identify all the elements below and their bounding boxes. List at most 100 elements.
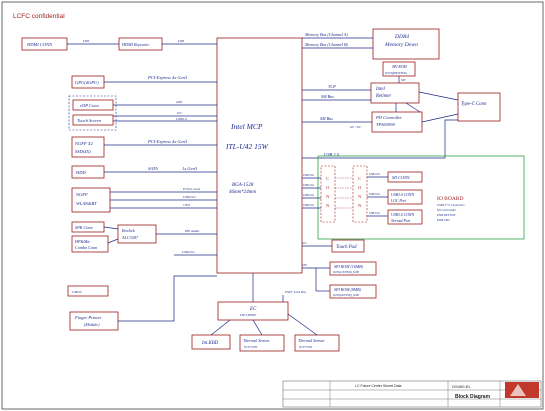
- spi-rom-b-label: SPI ROM (8MB): [334, 287, 362, 292]
- ec-label: EC: [249, 307, 257, 312]
- usb-conn-1-sub: LOC Port: [390, 199, 407, 203]
- sd-conn-label: SD CONN: [392, 175, 410, 180]
- conn-letter-1: C: [326, 176, 329, 181]
- ssd-label: SSD(4X): [75, 149, 91, 154]
- espi-label: ESPI / Lock Bus: [284, 290, 307, 294]
- spi-rom-top-part: W25Q80DVSSIG: [385, 71, 408, 75]
- thermal-1-label: Thermal Sensor: [243, 338, 270, 343]
- spi-2-label: SPI: [302, 263, 308, 267]
- cmos-label: CMOS: [72, 290, 82, 294]
- touch-screen-label: Touch Screen: [77, 118, 102, 123]
- pd-part-label: TPS65994: [376, 122, 396, 127]
- cpu-package: BGA-1528: [232, 183, 254, 188]
- hp-mic-label: HP&Mic: [74, 239, 90, 244]
- ec-kbd-wire: [210, 319, 231, 336]
- finger-printer-label: Finger Printer: [74, 315, 102, 320]
- usb2-1-label: USB2.0: [176, 117, 187, 121]
- usb3-d-label: USB2.0x1: [303, 204, 315, 207]
- touch-pad-label: Touch Pad: [336, 245, 357, 250]
- cpu-model: ITL-U42 15W: [225, 142, 269, 151]
- conn-letter-8: N: [358, 203, 362, 208]
- io-item-3: PWR BUTTON: [436, 213, 456, 217]
- int-kbd-label: Int.KBD: [201, 341, 219, 346]
- board-label: GS450-EL: [452, 384, 471, 389]
- company-label: LC Future Center Secret Data: [355, 384, 402, 388]
- mem-a-label: Memory Bus (Channel A): [304, 32, 348, 37]
- usb-sd-label: USB2.0x1: [369, 173, 381, 176]
- confidential-label: LCFC confidential: [13, 13, 65, 20]
- ngff-wlan-label: NGFF: [75, 192, 88, 197]
- io-board-label: IO BOARD: [437, 196, 463, 202]
- usb3-a-label: USB3.0x1: [303, 174, 315, 177]
- pcie-wlan-label: PCIex1 Gen2: [182, 187, 201, 191]
- usb-conn-1-label: USB3.0 CONN: [391, 193, 414, 197]
- usb-conn-2-sub: Normal Port: [390, 219, 411, 223]
- edp-conn-label: eDP Conn: [80, 103, 100, 108]
- usb-fp-wire: [118, 275, 217, 322]
- usb3-b-label: USB2.0x1: [303, 184, 315, 187]
- conn-letter-2: O: [326, 185, 330, 190]
- edp-label: eDP: [176, 100, 183, 104]
- ssd-block: [71, 136, 105, 158]
- combo-wire: [107, 238, 119, 244]
- finger-module-label: (Module): [84, 322, 100, 327]
- spi-rom-b-part: W25Q64JVSSIQ_SOI8: [333, 294, 359, 297]
- thermal-2-part: NCT7718W: [298, 346, 313, 349]
- conn-letter-3: N: [326, 194, 330, 199]
- i2c-pd-label: I2C / I2C: [349, 125, 362, 129]
- i2c-tp-label: I2C: [301, 241, 308, 245]
- spi-rom-a-part: W25Q128JVSIQ_SOI8: [333, 271, 359, 274]
- type-c-block: [457, 92, 501, 122]
- hd-audio-label: HD Audio: [184, 229, 199, 233]
- spk-wire: [103, 226, 119, 230]
- io-item-1: USB3.0 *2 Connectors: [437, 203, 465, 207]
- spk-conn-label: SPK Conn: [75, 225, 93, 230]
- gpu-label: GPU(dGPU): [75, 80, 99, 85]
- pcie-ssd-label: PCI-Express 4x Gen3: [147, 139, 188, 144]
- retimer-label-1: Intel: [375, 87, 385, 92]
- ddi-left-label: DDI: [82, 39, 90, 43]
- cpu-title: Intel MCP: [230, 122, 263, 131]
- usb3-c-label: USB3.0x1: [303, 194, 315, 197]
- pcie-gpu-label: PCI-Express 4x Gen3: [147, 75, 188, 80]
- cpu-size: 46mm*24mm: [229, 190, 256, 195]
- block-diagram: LCFC confidential Intel MCP ITL-U42 15W …: [1, 1, 544, 410]
- i2c-1-label: I2C: [176, 111, 183, 115]
- cpu-block: [216, 37, 303, 274]
- type-c-label: Type-C Conn: [461, 102, 487, 107]
- io-item-4: PWR LED: [436, 218, 450, 222]
- hdmi-repeater-label: HDMI Repeater: [121, 42, 149, 47]
- ec-thermal-2-wire: [287, 313, 318, 336]
- combo-conn-label: Combo Conn: [75, 245, 97, 250]
- retimer-typec-wire: [418, 91, 459, 101]
- hdd-label: HDD: [75, 170, 86, 175]
- sm-bus-2-label: SM Bus: [320, 116, 333, 121]
- usb-conn-2-label: USB3.0 CONN: [391, 213, 414, 217]
- retimer-pd-wire-2: [405, 102, 421, 113]
- spi-rom-a-label: SPI ROM (16MB): [334, 264, 364, 269]
- usb-io-2-label: USB3.0x1: [369, 212, 381, 215]
- retimer-block: [370, 82, 420, 104]
- tcp-label: TCP: [328, 84, 336, 89]
- thermal-1-part: NCT7718W: [243, 346, 258, 349]
- ddr4-label: DDR4: [394, 33, 409, 40]
- ddi-right-label: DDI: [177, 39, 185, 43]
- mem-b-label: Memory Bus (Channel B): [304, 42, 349, 47]
- wlan-bt-label: WLAN&BT: [76, 201, 97, 206]
- spi-label: SPI: [401, 78, 406, 82]
- usb-wlan-label: USB2.0x1: [183, 195, 196, 199]
- conn-letter-5: C: [358, 176, 361, 181]
- conn-letter-7: N: [358, 194, 362, 199]
- retimer-label-2: Retimer: [375, 94, 391, 99]
- sata-label: SATA: [148, 166, 158, 171]
- ec-thermal-1-wire: [252, 319, 263, 336]
- title-block: [282, 380, 542, 408]
- sm-bus-1-label: SM Bus: [321, 94, 334, 99]
- alc-label: ALC3287: [121, 235, 139, 240]
- usb-io-1-label: USB3.0x1: [369, 193, 381, 196]
- realtek-label: Realtek: [121, 228, 135, 233]
- pd-typec-wire: [421, 113, 459, 123]
- pd-controller-label: PD Controller: [375, 115, 402, 120]
- cnvi-label: CNVi: [183, 203, 190, 207]
- sata-gen-label: 1x Gen3: [182, 166, 198, 171]
